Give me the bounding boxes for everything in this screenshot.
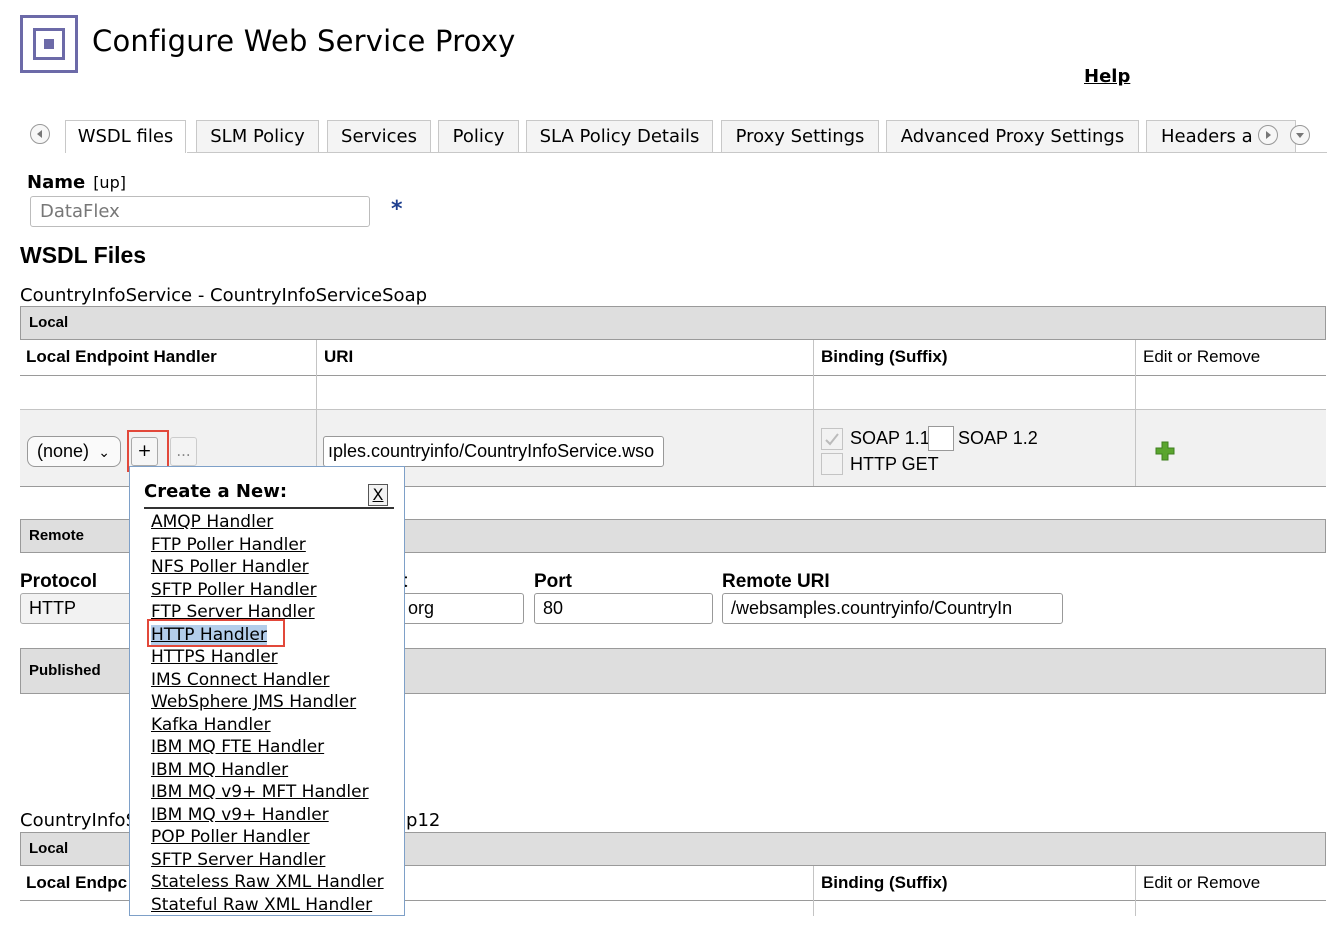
remote-uri-input[interactable]: /websamples.countryinfo/CountryIn (722, 593, 1063, 624)
menu-item-https-handler[interactable]: HTTPS Handler (151, 646, 384, 669)
app-logo (20, 15, 78, 73)
handler-select[interactable]: (none) ⌄ (27, 436, 121, 467)
protocol-select[interactable]: HTTP (20, 593, 135, 624)
menu-item-ibm-mq-handler[interactable]: IBM MQ Handler (151, 759, 384, 782)
col-divider (813, 340, 814, 486)
service-title: CountryInfoService - CountryInfoServiceS… (20, 285, 428, 306)
menu-item-kafka-handler[interactable]: Kafka Handler (151, 714, 384, 737)
col-divider (1135, 340, 1136, 486)
remote-uri-label: Remote URI (722, 571, 830, 592)
menu-item-pop-poller-handler[interactable]: POP Poller Handler (151, 826, 384, 849)
menu-item-stateful-raw-xml-handler[interactable]: Stateful Raw XML Handler (151, 894, 384, 916)
menu-item-amqp-handler[interactable]: AMQP Handler (151, 511, 384, 534)
local-table-header: Local Endpoint Handler URI Binding (Suff… (20, 340, 1326, 376)
name-input[interactable] (30, 196, 370, 227)
tab-divider (187, 152, 1327, 153)
chevron-down-icon: ⌄ (98, 444, 110, 460)
selected-item-highlight (147, 619, 285, 647)
name-label: Name [up] (27, 172, 126, 193)
col-edit-remove: Edit or Remove (1143, 347, 1261, 366)
tab-proxy-settings[interactable]: Proxy Settings (721, 120, 879, 152)
service2-col-edit: Edit or Remove (1143, 873, 1261, 892)
col-uri: URI (324, 347, 354, 366)
menu-item-sftp-poller-handler[interactable]: SFTP Poller Handler (151, 579, 384, 602)
col-binding: Binding (Suffix) (821, 347, 948, 366)
menu-item-websphere-jms-handler[interactable]: WebSphere JMS Handler (151, 691, 384, 714)
menu-item-ftp-poller-handler[interactable]: FTP Poller Handler (151, 534, 384, 557)
menu-item-nfs-poller-handler[interactable]: NFS Poller Handler (151, 556, 384, 579)
local-section-bar: Local (20, 306, 1326, 340)
add-plus-icon[interactable] (1155, 441, 1175, 461)
tab-policy[interactable]: Policy (438, 120, 519, 152)
menu-item-ibm-mq-v9-handler[interactable]: IBM MQ v9+ Handler (151, 804, 384, 827)
section-title: WSDL Files (20, 242, 147, 268)
required-marker: * (391, 197, 403, 222)
header-rule (20, 375, 1326, 376)
tab-bar: WSDL files SLM Policy Services Policy SL… (27, 120, 1327, 153)
port-input[interactable]: 80 (534, 593, 713, 624)
page-title: Configure Web Service Proxy (92, 24, 516, 58)
menu-item-ibm-mq-fte-handler[interactable]: IBM MQ FTE Handler (151, 736, 384, 759)
edit-handler-button[interactable]: ... (170, 437, 197, 466)
menu-item-ims-connect-handler[interactable]: IMS Connect Handler (151, 669, 384, 692)
tab-sla-policy-details[interactable]: SLA Policy Details (526, 120, 713, 152)
service2-col-binding: Binding (Suffix) (821, 873, 948, 892)
service2-col-handler: Local Endpc (26, 873, 128, 892)
tab-advanced-proxy-settings[interactable]: Advanced Proxy Settings (886, 120, 1139, 152)
col-divider (1135, 866, 1136, 916)
menu-item-sftp-server-handler[interactable]: SFTP Server Handler (151, 849, 384, 872)
soap12-label: SOAP 1.2 (958, 428, 1038, 448)
uri-input[interactable]: ıples.countryinfo/CountryInfoService.wso (323, 436, 664, 467)
menu-item-ibm-mq-v9-mft-handler[interactable]: IBM MQ v9+ MFT Handler (151, 781, 384, 804)
col-divider (813, 866, 814, 916)
handler-menu: AMQP Handler FTP Poller Handler NFS Poller… (151, 511, 384, 916)
tab-menu-icon[interactable] (1290, 125, 1310, 145)
tab-wsdl-files[interactable]: WSDL files (65, 120, 186, 153)
service2-title-left: CountryInfoS (20, 810, 137, 831)
col-divider (316, 340, 317, 486)
menu-item-stateless-raw-xml-handler[interactable]: Stateless Raw XML Handler (151, 871, 384, 894)
create-new-popup: Create a New: X AMQP Handler FTP Poller H… (129, 466, 405, 916)
soap11-label: SOAP 1.1 (850, 428, 930, 448)
soap11-checkbox[interactable] (821, 428, 843, 450)
popup-divider (144, 507, 394, 509)
scroll-left-icon[interactable] (30, 124, 50, 144)
scroll-right-icon[interactable] (1258, 125, 1278, 145)
tab-slm-policy[interactable]: SLM Policy (196, 120, 319, 152)
httpget-checkbox[interactable] (821, 453, 843, 475)
col-local-endpoint-handler: Local Endpoint Handler (26, 347, 217, 366)
close-popup-button[interactable]: X (368, 484, 388, 506)
port-label: Port (534, 571, 572, 592)
tab-services[interactable]: Services (327, 120, 431, 152)
protocol-label: Protocol (20, 571, 98, 592)
httpget-label: HTTP GET (850, 454, 939, 474)
soap12-checkbox[interactable] (928, 426, 954, 451)
help-link[interactable]: Help (1084, 66, 1130, 87)
name-tag: [up] (93, 173, 126, 192)
popup-title: Create a New: (144, 481, 288, 502)
